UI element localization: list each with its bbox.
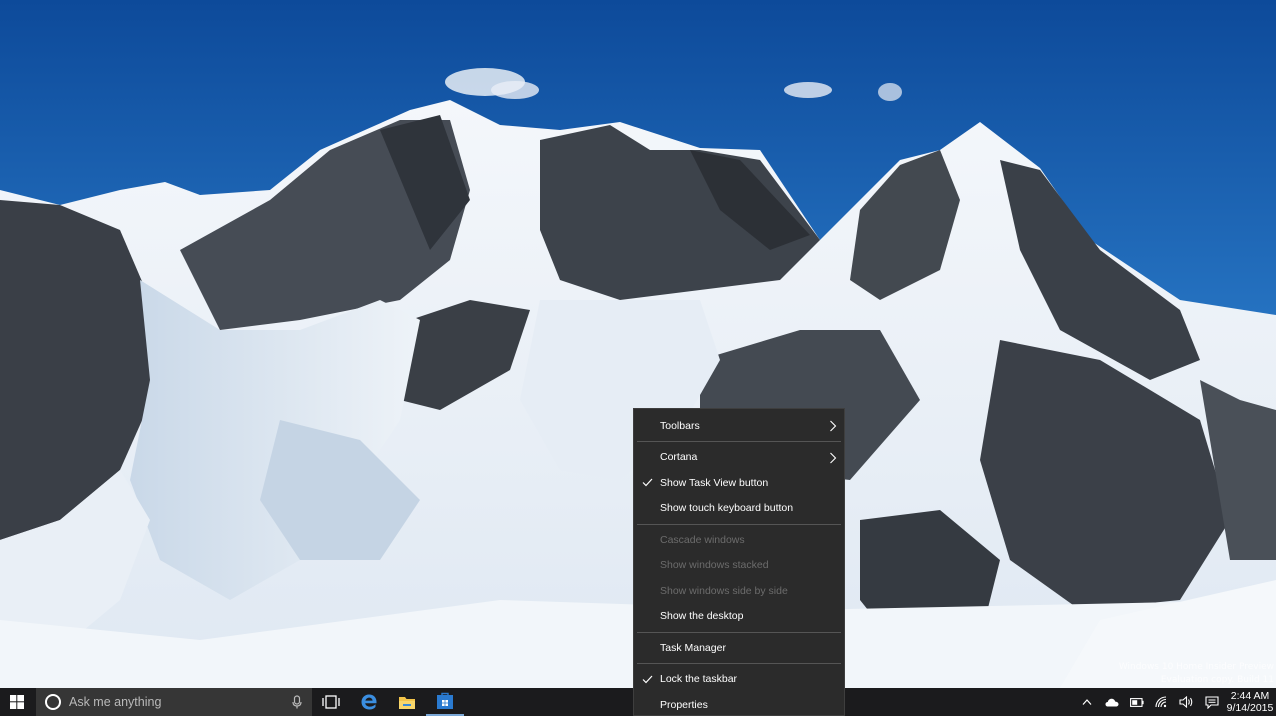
cloud-icon: [1105, 698, 1118, 706]
menu-item-cortana[interactable]: Cortana: [634, 445, 844, 471]
menu-item-show-windows-side-by-side: Show windows side by side: [634, 578, 844, 604]
cortana-search-box[interactable]: Ask me anything: [36, 688, 312, 716]
checkmark-icon: [642, 478, 653, 487]
menu-item-label: Show touch keyboard button: [660, 502, 794, 515]
menu-item-show-windows-stacked: Show windows stacked: [634, 553, 844, 579]
menu-item-show-task-view-button[interactable]: Show Task View button: [634, 470, 844, 496]
windows-logo-icon: [10, 695, 24, 709]
system-tray: 2:44 AM 9/14/2015: [1074, 688, 1276, 716]
watermark-edition: Windows 10 Home Insider Preview: [1118, 662, 1274, 672]
chevron-right-icon: [830, 420, 837, 432]
store-button[interactable]: [426, 688, 464, 716]
wifi-icon: [1154, 696, 1166, 708]
menu-item-label: Show windows side by side: [660, 584, 788, 597]
checkmark-icon: [642, 675, 653, 683]
battery-button[interactable]: [1124, 688, 1149, 716]
menu-item-label: Show the desktop: [660, 610, 744, 623]
volume-button[interactable]: [1174, 688, 1199, 716]
menu-item-cascade-windows: Cascade windows: [634, 527, 844, 553]
clock-button[interactable]: 2:44 AM 9/14/2015: [1224, 688, 1276, 716]
menu-item-label: Toolbars: [660, 419, 700, 432]
menu-separator: [637, 663, 841, 664]
task-view-button[interactable]: [312, 688, 350, 716]
search-placeholder: Ask me anything: [69, 695, 162, 709]
menu-item-toolbars[interactable]: Toolbars: [634, 413, 844, 439]
task-view-icon: [322, 695, 340, 709]
speaker-icon: [1179, 696, 1193, 708]
menu-item-label: Cascade windows: [660, 533, 745, 546]
microphone-icon[interactable]: [290, 695, 304, 709]
menu-item-task-manager[interactable]: Task Manager: [634, 635, 844, 661]
menu-item-label: Lock the taskbar: [660, 673, 738, 686]
store-icon: [437, 692, 453, 709]
menu-separator: [637, 441, 841, 442]
chevron-right-icon: [830, 452, 837, 463]
cortana-icon: [45, 694, 61, 710]
clock-date: 9/14/2015: [1226, 702, 1274, 714]
edge-icon: [361, 694, 377, 710]
notification-icon: [1204, 695, 1219, 709]
menu-item-label: Cortana: [660, 451, 698, 464]
menu-item-show-the-desktop[interactable]: Show the desktop: [634, 604, 844, 630]
show-hidden-icons-button[interactable]: [1074, 688, 1099, 716]
file-explorer-button[interactable]: [388, 688, 426, 716]
folder-icon: [399, 696, 415, 709]
menu-separator: [637, 631, 841, 633]
taskbar-context-menu: Toolbars Cortana Show Task View button S…: [633, 408, 845, 716]
menu-item-label: Task Manager: [660, 641, 726, 654]
chevron-up-icon: [1082, 699, 1091, 705]
clock-time: 2:44 AM: [1230, 690, 1270, 702]
start-button[interactable]: [0, 688, 34, 716]
onedrive-button[interactable]: [1099, 688, 1124, 716]
network-button[interactable]: [1149, 688, 1174, 716]
menu-item-label: Show windows stacked: [660, 559, 769, 572]
menu-item-label: Properties: [660, 698, 708, 711]
edge-button[interactable]: [350, 688, 388, 716]
menu-item-lock-the-taskbar[interactable]: Lock the taskbar: [634, 667, 844, 693]
watermark-build: Evaluation copy. Build 11: [1160, 675, 1274, 685]
action-center-button[interactable]: [1199, 688, 1224, 716]
menu-item-label: Show Task View button: [660, 476, 769, 489]
menu-separator: [637, 523, 841, 525]
battery-icon: [1129, 697, 1144, 707]
menu-item-properties[interactable]: Properties: [634, 692, 844, 716]
menu-item-show-touch-keyboard-button[interactable]: Show touch keyboard button: [634, 496, 844, 522]
